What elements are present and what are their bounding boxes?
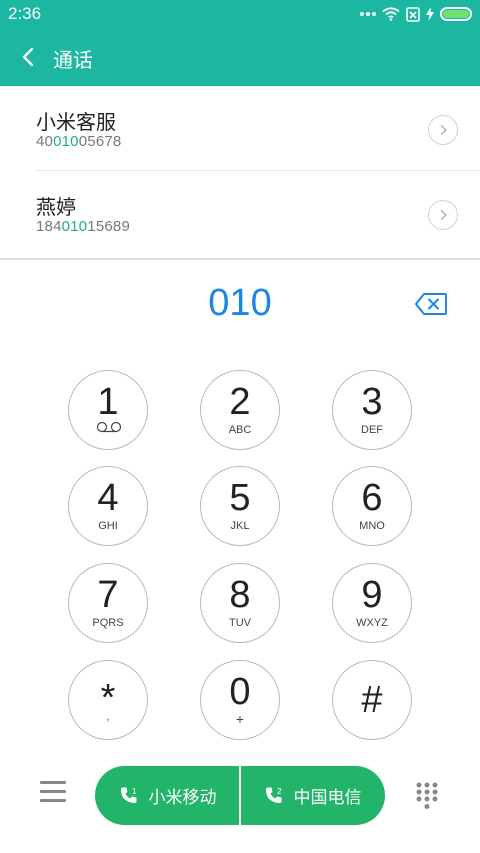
key-letters: WXYZ <box>356 617 388 629</box>
number-match: 010 <box>61 218 88 235</box>
battery-icon <box>440 7 472 21</box>
key-letters: TUV <box>229 617 251 629</box>
key-8[interactable]: 8 TUV <box>200 563 280 643</box>
key-digit: 9 <box>361 574 383 616</box>
key-digit: 2 <box>229 381 251 423</box>
app-bar: 通话 <box>0 28 480 86</box>
contact-number: 4001005678 <box>36 133 122 150</box>
contact-name: 燕婷 <box>36 195 76 219</box>
key-letters: + <box>235 711 245 727</box>
status-icons <box>360 5 472 23</box>
backspace-icon[interactable] <box>414 292 448 316</box>
key-9[interactable]: 9 WXYZ <box>332 563 412 643</box>
number-match: 010 <box>53 133 79 150</box>
call-buttons: 1 小米移动 2 中国电信 <box>95 766 385 825</box>
key-7[interactable]: 7 PQRS <box>68 563 148 643</box>
no-sim-icon <box>406 6 420 22</box>
key-digit: 5 <box>229 477 251 519</box>
key-digit: 7 <box>97 574 119 616</box>
key-1[interactable]: 1 <box>68 370 148 450</box>
key-letters: ABC <box>228 424 252 436</box>
bottom-bar: 1 小米移动 2 中国电信 <box>0 763 480 829</box>
key-3[interactable]: 3 DEF <box>332 370 412 450</box>
chevron-right-icon[interactable] <box>428 115 458 145</box>
key-letters: DEF <box>361 424 383 436</box>
menu-icon[interactable] <box>40 781 66 807</box>
chevron-left-icon[interactable] <box>18 43 40 71</box>
sim1-label: 小米移动 <box>148 788 217 808</box>
contact-name: 小米客服 <box>36 110 116 134</box>
dialpad-icon[interactable] <box>416 782 438 810</box>
status-bar: 2:36 <box>0 0 480 28</box>
key-letters: , <box>106 711 110 723</box>
call-sim2-button[interactable]: 2 中国电信 <box>240 766 385 825</box>
charging-icon <box>426 7 434 21</box>
more-dots-icon <box>360 12 376 16</box>
phone-sim1-icon: 1 <box>120 787 137 803</box>
battery-level <box>443 10 469 18</box>
key-digit: 0 <box>229 671 251 713</box>
contact-result-row[interactable]: 小米客服 4001005678 <box>0 86 480 171</box>
key-6[interactable]: 6 MNO <box>332 466 412 546</box>
key-digit: 3 <box>361 381 383 423</box>
key-letters: PQRS <box>92 617 124 629</box>
key-letters: JKL <box>230 520 250 532</box>
voicemail-icon <box>96 421 122 433</box>
sim2-label: 中国电信 <box>293 788 362 808</box>
key-4[interactable]: 4 GHI <box>68 466 148 546</box>
key-letters: MNO <box>359 520 385 532</box>
key-letters: GHI <box>98 520 118 532</box>
wifi-icon <box>382 7 400 21</box>
key-digit: 6 <box>361 477 383 519</box>
key-5[interactable]: 5 JKL <box>200 466 280 546</box>
key-star[interactable]: * , <box>68 660 148 740</box>
key-digit: 4 <box>97 477 119 519</box>
page-title: 通话 <box>53 48 93 72</box>
contact-number: 18401015689 <box>36 218 130 235</box>
key-0[interactable]: 0 + <box>200 660 280 740</box>
dial-input[interactable]: 010 <box>0 282 480 325</box>
svg-text:2: 2 <box>277 787 282 796</box>
key-2[interactable]: 2 ABC <box>200 370 280 450</box>
chevron-right-icon[interactable] <box>428 200 458 230</box>
call-sim1-button[interactable]: 1 小米移动 <box>95 766 240 825</box>
phone-sim2-icon: 2 <box>265 787 282 803</box>
status-time: 2:36 <box>8 4 42 23</box>
contact-result-row[interactable]: 燕婷 18401015689 <box>0 171 480 256</box>
key-digit: 8 <box>229 574 251 616</box>
svg-text:1: 1 <box>132 787 137 796</box>
key-digit: 1 <box>97 381 119 423</box>
key-hash[interactable]: # <box>332 660 412 740</box>
divider <box>0 258 480 260</box>
key-digit: # <box>361 679 383 721</box>
